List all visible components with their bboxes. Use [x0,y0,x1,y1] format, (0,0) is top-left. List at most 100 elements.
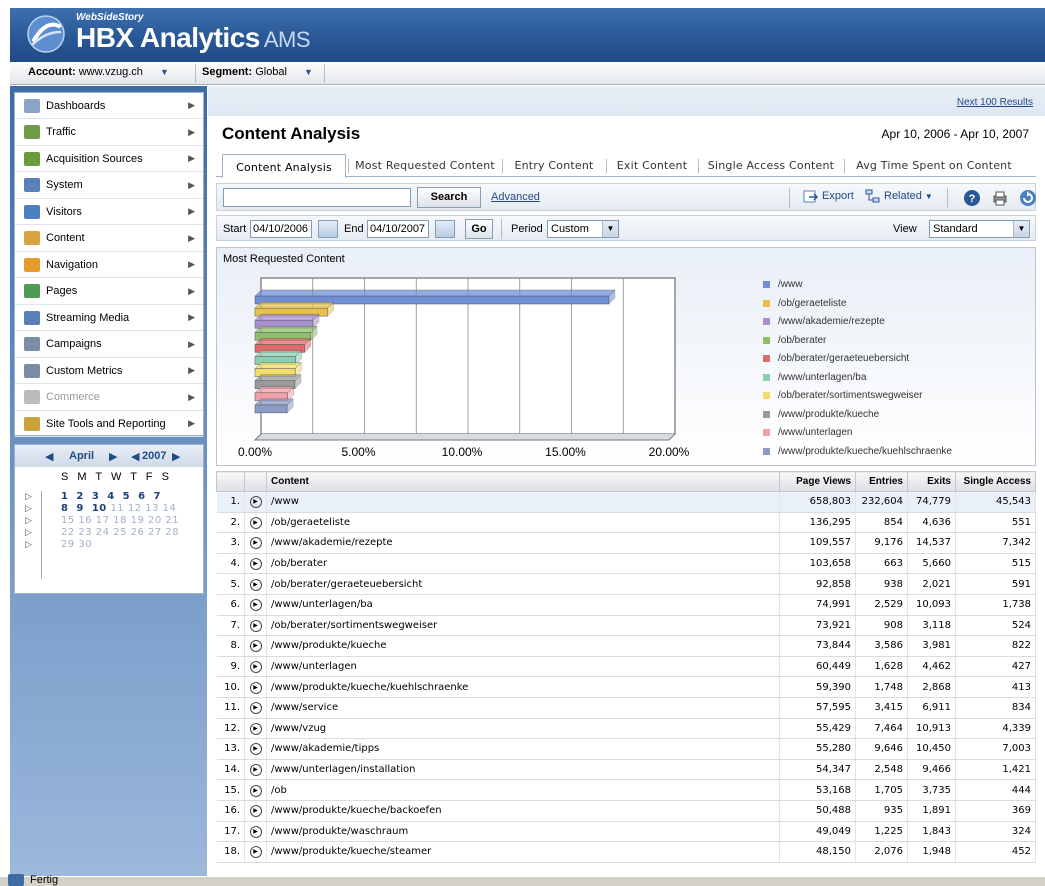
tab-content-analysis[interactable]: Content Analysis [222,154,346,178]
sidebar-item-visitors[interactable]: Visitors ▶ [15,199,203,225]
prev-month-icon[interactable]: ◀ [45,450,53,463]
row-expand-icon[interactable]: ▶ [249,805,262,818]
account-selector[interactable]: Account: www.vzug.ch ▼ [28,66,169,78]
calendar-active-days[interactable]: 8 9 10 [61,503,107,514]
sidebar-item-system[interactable]: System ▶ [15,173,203,199]
table-row[interactable]: 15. ▶ /ob 53,168 1,705 3,735 444 [216,779,1036,801]
row-expand-icon[interactable]: ▶ [249,681,262,694]
sidebar-item-custom-metrics[interactable]: Custom Metrics ▶ [15,358,203,384]
segment-selector[interactable]: Segment: Global ▼ [202,66,313,78]
calendar-active-days[interactable]: 1 2 3 4 5 6 7 [61,491,161,502]
row-expand-icon[interactable]: ▶ [249,640,262,653]
row-expand-icon[interactable]: ▶ [249,825,262,838]
calendar-picker-icon[interactable] [318,220,338,238]
sidebar-item-traffic[interactable]: Traffic ▶ [15,120,203,146]
plot-floor [253,433,676,441]
table-row[interactable]: 2. ▶ /ob/geraeteliste 136,295 854 4,636 551 [216,512,1036,534]
table-row[interactable]: 4. ▶ /ob/berater 103,658 663 5,660 515 [216,553,1036,575]
row-page-views: 658,803 [779,491,856,513]
calendar-picker-icon[interactable] [435,220,455,238]
sidebar-item-content[interactable]: Content ▶ [15,226,203,252]
bar-10[interactable] [254,398,294,414]
row-single-access: 444 [955,779,1036,801]
sidebar-item-navigation[interactable]: Navigation ▶ [15,252,203,278]
row-expand-icon[interactable]: ▶ [249,764,262,777]
legend-label: /www/akademie/rezepte [778,316,885,327]
week-select-icon[interactable]: ▷ [25,539,32,550]
table-row[interactable]: 11. ▶ /www/service 57,595 3,415 6,911 834 [216,697,1036,719]
calendar-week-row[interactable]: 22 23 24 25 26 27 28 [61,527,179,538]
tab-single-access-content[interactable]: Single Access Content [700,155,842,177]
tab-avg-time-spent-on-content[interactable]: Avg Time Spent on Content [846,155,1022,177]
sidebar-item-pages[interactable]: Pages ▶ [15,279,203,305]
advanced-search-link[interactable]: Advanced [491,191,540,203]
week-select-icon[interactable]: ▷ [25,515,32,526]
view-select[interactable]: Standard ▼ [929,220,1030,238]
export-button[interactable]: Export [803,189,854,203]
table-row[interactable]: 10. ▶ /www/produkte/kueche/kuehlschraenke 5… [216,676,1036,698]
tab-exit-content[interactable]: Exit Content [608,155,696,177]
table-row[interactable]: 3. ▶ /www/akademie/rezepte 109,557 9,176 14,5… [216,532,1036,554]
sidebar-item-commerce[interactable]: Commerce ▶ [15,385,203,411]
search-input[interactable] [223,188,411,207]
sidebar-item-site-tools-and-reporting[interactable]: Site Tools and Reporting ▶ [15,411,203,437]
table-row[interactable]: 14. ▶ /www/unterlagen/installation 54,347 2,… [216,759,1036,781]
chevron-right-icon: ▶ [188,312,195,322]
sidebar-item-acquisition-sources[interactable]: Acquisition Sources ▶ [15,146,203,172]
period-select[interactable]: Custom ▼ [547,220,619,238]
col-content[interactable]: Content [266,471,780,492]
row-expand-icon[interactable]: ▶ [249,619,262,632]
table-row[interactable]: 6. ▶ /www/unterlagen/ba 74,991 2,529 10,093 1,… [216,594,1036,616]
table-row[interactable]: 16. ▶ /www/produkte/kueche/backoefen 50,488… [216,800,1036,822]
prev-year-icon[interactable]: ◀ [131,450,139,463]
row-expand-icon[interactable]: ▶ [249,722,262,735]
help-icon[interactable]: ? [963,189,981,207]
col-page-views[interactable]: Page Views [779,471,856,492]
table-row[interactable]: 12. ▶ /www/vzug 55,429 7,464 10,913 4,339 [216,718,1036,740]
end-date-input[interactable]: 04/10/2007 [367,220,429,238]
row-expand-icon[interactable]: ▶ [249,558,262,571]
table-row[interactable]: 9. ▶ /www/unterlagen 60,449 1,628 4,462 427 [216,656,1036,678]
col-exits[interactable]: Exits [907,471,956,492]
row-expand-icon[interactable]: ▶ [249,537,262,550]
calendar-week-row[interactable]: 8 9 10 11 12 13 14 [61,503,176,514]
row-expand-icon[interactable]: ▶ [249,846,262,859]
next-year-icon[interactable]: ▶ [172,450,180,463]
col-single-access[interactable]: Single Access [955,471,1036,492]
calendar-week-row[interactable]: 15 16 17 18 19 20 21 [61,515,179,526]
go-button[interactable]: Go [465,219,493,239]
table-row[interactable]: 18. ▶ /www/produkte/kueche/steamer 48,150 2,… [216,841,1036,863]
row-expand-icon[interactable]: ▶ [249,702,262,715]
table-row[interactable]: 1. ▶ /www 658,803 232,604 74,779 45,543 [216,491,1036,513]
table-row[interactable]: 8. ▶ /www/produkte/kueche 73,844 3,586 3,981 8… [216,635,1036,657]
calendar-week-row[interactable]: 1 2 3 4 5 6 7 [61,491,161,502]
sidebar-item-streaming-media[interactable]: Streaming Media ▶ [15,305,203,331]
start-date-input[interactable]: 04/10/2006 [250,220,312,238]
sidebar-item-campaigns[interactable]: Campaigns ▶ [15,332,203,358]
calendar-week-row[interactable]: 29 30 [61,539,92,550]
row-expand-icon[interactable]: ▶ [249,578,262,591]
table-row[interactable]: 7. ▶ /ob/berater/sortimentswegweiser 73,921… [216,615,1036,637]
row-expand-icon[interactable]: ▶ [249,661,262,674]
week-select-icon[interactable]: ▷ [25,503,32,514]
tab-most-requested-content[interactable]: Most Requested Content [350,155,500,177]
row-expand-icon[interactable]: ▶ [249,599,262,612]
row-expand-icon[interactable]: ▶ [249,743,262,756]
table-row[interactable]: 5. ▶ /ob/berater/geraeteuebersicht 92,858 93… [216,573,1036,595]
week-select-icon[interactable]: ▷ [25,527,32,538]
print-icon[interactable] [991,189,1009,207]
week-select-icon[interactable]: ▷ [25,491,32,502]
next-month-icon[interactable]: ▶ [109,450,117,463]
row-expand-icon[interactable]: ▶ [249,784,262,797]
table-row[interactable]: 17. ▶ /www/produkte/waschraum 49,049 1,225 1,… [216,821,1036,843]
row-expand-icon[interactable]: ▶ [249,516,262,529]
table-row[interactable]: 13. ▶ /www/akademie/tipps 55,280 9,646 10,450… [216,738,1036,760]
col-entries[interactable]: Entries [855,471,908,492]
tab-entry-content[interactable]: Entry Content [504,155,604,177]
related-button[interactable]: Related ▼ [865,189,933,203]
row-expand-icon[interactable]: ▶ [249,496,262,509]
next-results-link[interactable]: Next 100 Results [957,97,1033,108]
refresh-icon[interactable] [1019,189,1037,207]
sidebar-item-dashboards[interactable]: Dashboards ▶ [15,93,203,119]
search-button[interactable]: Search [417,187,481,208]
